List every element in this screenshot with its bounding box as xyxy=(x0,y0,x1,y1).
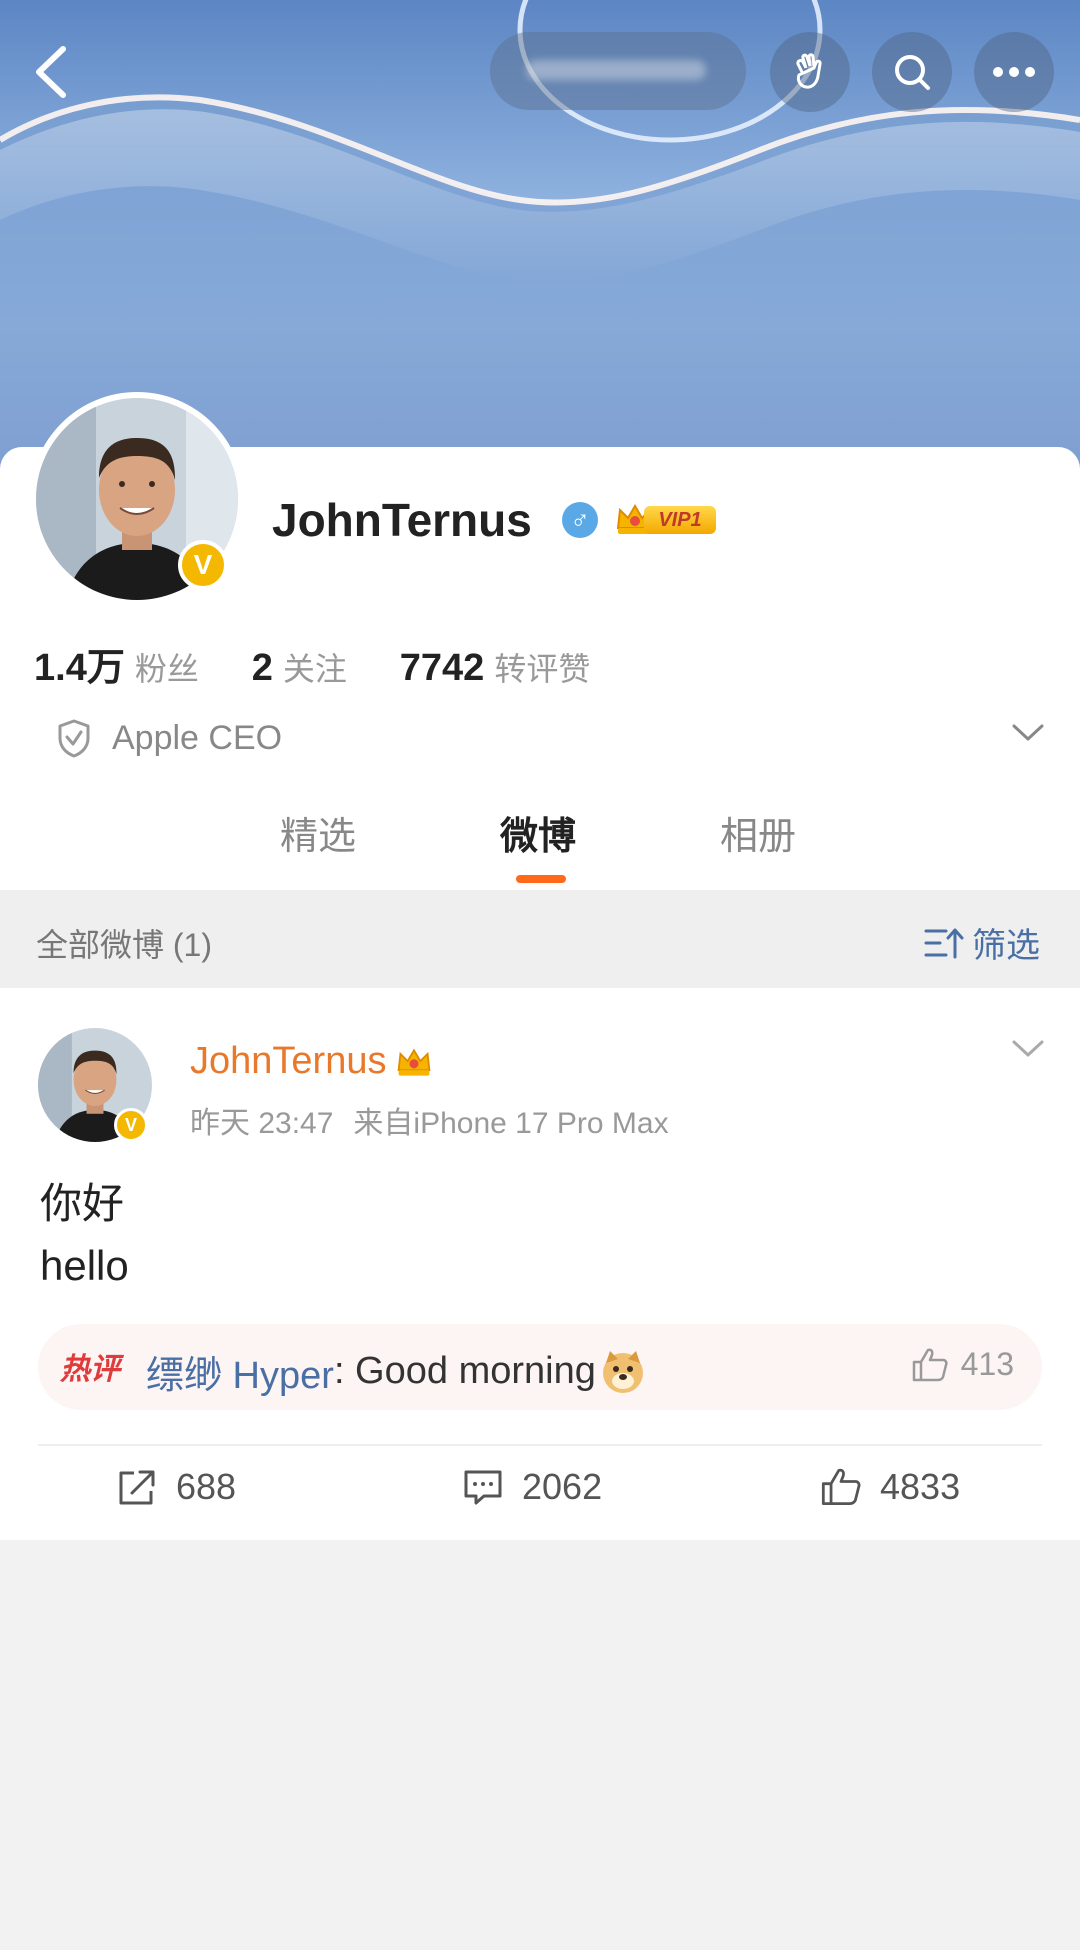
like-count: 4833 xyxy=(880,1466,961,1507)
stat-following-value: 2 xyxy=(251,647,273,689)
post-author[interactable]: JohnTernus xyxy=(190,1040,434,1083)
shield-icon xyxy=(58,719,90,758)
filter-bar: 全部微博 (1) 筛选 xyxy=(0,890,1080,988)
stat-fans[interactable]: 1.4万 粉丝 xyxy=(34,647,199,689)
repost-count: 688 xyxy=(176,1466,237,1507)
expand-profile-button[interactable] xyxy=(1010,720,1046,749)
post-time: 昨天 23:47 xyxy=(190,1107,334,1140)
post-meta: 昨天 23:47 来自iPhone 17 Pro Max xyxy=(190,1098,669,1142)
thumbs-up-icon xyxy=(821,1468,861,1505)
stat-interactions[interactable]: 7742 转评赞 xyxy=(400,647,591,689)
greet-button[interactable] xyxy=(770,32,850,112)
post-text-line: hello xyxy=(40,1242,129,1289)
chevron-left-icon xyxy=(36,46,66,98)
thumbs-up-icon xyxy=(912,1348,948,1381)
more-button[interactable] xyxy=(974,32,1054,112)
hot-comment-like[interactable]: 413 xyxy=(911,1346,1014,1383)
filter-label: 筛选 xyxy=(972,927,1040,965)
profile-tabs: 精选 微博 相册 xyxy=(0,805,1080,890)
stat-interactions-value: 7742 xyxy=(399,647,485,689)
vip-label: VIP1 xyxy=(644,506,716,534)
profile-name: JohnTernus xyxy=(272,494,532,546)
post-text: 你好 hello xyxy=(40,1173,129,1297)
active-tab-indicator xyxy=(516,875,566,883)
more-icon xyxy=(993,67,1035,77)
filter-icon xyxy=(924,928,964,958)
stat-following[interactable]: 2 关注 xyxy=(252,647,347,689)
chevron-down-icon xyxy=(1012,724,1044,741)
profile-avatar[interactable]: V xyxy=(30,392,244,606)
post-author-name: JohnTernus xyxy=(190,1040,387,1082)
hot-comment-user[interactable]: 缥缈 Hyper xyxy=(146,1344,334,1399)
certification-row[interactable]: Apple CEO xyxy=(56,718,282,758)
post-card[interactable]: V JohnTernus 昨天 23:47 来自iPhone 17 Pro Max… xyxy=(0,988,1080,1540)
comment-icon xyxy=(464,1470,502,1505)
filter-button[interactable]: 筛选 xyxy=(924,918,1040,967)
post-source: 来自iPhone 17 Pro Max xyxy=(353,1107,669,1140)
hot-comment-body: 缥缈 Hyper: Good morning xyxy=(146,1344,646,1399)
hot-comment-tag: 热评 xyxy=(60,1353,120,1386)
stat-fans-label: 粉丝 xyxy=(134,651,199,687)
comment-button[interactable]: 2062 xyxy=(462,1466,602,1508)
hand-wave-icon xyxy=(796,53,822,89)
hot-comment[interactable]: 热评 缥缈 Hyper: Good morning 413 xyxy=(38,1324,1042,1410)
search-pill[interactable] xyxy=(490,32,746,110)
verified-badge: V xyxy=(178,540,228,590)
post-text-line: 你好 xyxy=(40,1180,125,1227)
repost-button[interactable]: 688 xyxy=(116,1466,236,1508)
divider xyxy=(38,1444,1042,1446)
search-button[interactable] xyxy=(872,32,952,112)
crown-icon xyxy=(398,1047,431,1076)
all-posts-count: 全部微博 (1) xyxy=(36,927,213,963)
blurred-content xyxy=(526,60,706,80)
back-button[interactable] xyxy=(22,40,78,104)
post-menu-button[interactable] xyxy=(1010,1036,1046,1065)
verified-badge: V xyxy=(114,1108,148,1142)
chevron-down-icon xyxy=(1012,1040,1044,1057)
stat-interactions-label: 转评赞 xyxy=(494,651,591,687)
doge-emoji-icon xyxy=(602,1350,643,1393)
tab-album[interactable]: 相册 xyxy=(720,805,796,860)
profile-stats: 1.4万 粉丝 2 关注 7742 转评赞 xyxy=(34,636,634,691)
stat-fans-value: 1.4万 xyxy=(34,647,125,689)
male-gender-icon: ♂ xyxy=(562,502,598,538)
share-icon xyxy=(119,1470,155,1505)
vip-badge[interactable]: VIP1 xyxy=(614,498,718,540)
tab-weibo[interactable]: 微博 xyxy=(500,805,576,860)
hot-comment-like-count: 413 xyxy=(960,1346,1014,1382)
like-button[interactable]: 4833 xyxy=(820,1466,960,1508)
search-icon xyxy=(895,55,930,90)
hot-comment-text: : Good morning xyxy=(333,1350,596,1392)
comment-count: 2062 xyxy=(522,1466,603,1507)
certification-label: Apple CEO xyxy=(112,718,283,757)
tab-featured[interactable]: 精选 xyxy=(280,805,356,860)
stat-following-label: 关注 xyxy=(282,651,347,687)
